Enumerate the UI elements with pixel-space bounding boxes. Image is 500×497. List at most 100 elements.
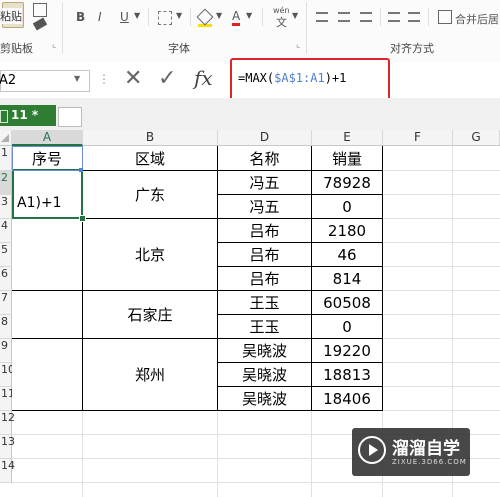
table-cell[interactable]: 吴晓波 [218,387,311,410]
table-cell[interactable]: 60508 [312,291,382,314]
region-cell[interactable]: 郑州 [83,339,217,410]
insert-function-icon[interactable]: fx [194,66,213,90]
header-cell-highlight [12,146,83,171]
row-header[interactable]: 7 [0,291,12,315]
table-cell[interactable]: 吕布 [218,243,311,266]
enter-icon[interactable]: ✓ [158,66,176,91]
active-cell-editor[interactable]: A1)+1 [12,169,83,219]
row-header[interactable]: 4 [0,219,12,243]
dialog-launcher-icon[interactable]: ⌞ [52,40,56,50]
format-painter-icon[interactable] [32,17,48,31]
table-cell[interactable]: 0 [312,315,382,338]
name-box[interactable]: A2 ▼ [0,70,90,92]
table-cell[interactable]: 吴晓波 [218,339,311,362]
table-cell[interactable]: 19220 [312,339,382,362]
tab-sheet[interactable]: 11 * [0,105,56,126]
table-cell[interactable]: 冯五 [218,171,311,194]
merged-cell[interactable] [12,339,82,410]
header-name[interactable]: 名称 [218,147,311,170]
formula-prefix: =MAX( [238,71,275,85]
merge-center-icon[interactable] [438,10,452,24]
divider [62,2,63,54]
table-border [12,338,383,339]
dropdown-arrow-icon[interactable]: ▼ [216,11,222,20]
header-sales[interactable]: 销量 [312,147,382,170]
table-cell[interactable]: 吕布 [218,219,311,242]
merged-cell[interactable] [12,219,82,290]
clipboard-group-label: 剪贴板 [0,42,33,55]
column-header-d[interactable]: D [218,130,312,146]
table-border [12,410,383,411]
borders-icon[interactable] [158,11,172,25]
row-header[interactable]: 9 [0,339,12,363]
table-cell[interactable]: 46 [312,243,382,266]
align-right-icon[interactable] [360,12,372,22]
font-group-label: 字体 [168,42,190,55]
italic-button[interactable]: I [98,10,102,24]
row-header[interactable]: 2 [0,171,12,195]
align-left-icon[interactable] [316,12,328,22]
dropdown-arrow-icon[interactable]: ▼ [246,11,252,20]
row-header[interactable]: 12 [0,411,15,435]
table-border [311,146,312,411]
dialog-launcher-icon[interactable]: ⌞ [296,40,300,50]
sheet-icon [0,110,8,123]
copy-icon[interactable] [33,3,47,17]
fill-handle[interactable] [79,215,86,222]
chevron-down-icon[interactable]: ▼ [74,74,80,83]
decrease-indent-icon[interactable] [388,12,400,22]
column-header-g[interactable]: G [453,130,500,146]
region-cell[interactable]: 石家庄 [83,291,217,338]
table-cell[interactable]: 814 [312,267,382,290]
region-cell[interactable]: 广东 [83,171,217,218]
table-cell[interactable]: 0 [312,195,382,218]
table-cell[interactable]: 冯五 [218,195,311,218]
table-border [217,146,218,411]
underline-button[interactable]: U [120,10,129,24]
divider [380,8,381,26]
fill-color-icon[interactable] [196,8,214,27]
ribbon: 粘贴 B I U ▼ ▼ ▼ A ▼ wén 文 ▼ 合并后居 剪贴板 ⌞ 字体… [0,0,500,63]
table-cell[interactable]: 吴晓波 [218,363,311,386]
paste-button[interactable]: 粘贴 [0,0,28,34]
table-cell[interactable]: 18813 [312,363,382,386]
divider [148,8,149,26]
dropdown-arrow-icon[interactable]: ▼ [292,11,298,20]
dropdown-arrow-icon[interactable]: ▼ [176,11,182,20]
formula-input[interactable]: =MAX($A$1:A1)+1 [230,58,390,102]
row-header[interactable]: 1 [0,146,12,171]
table-border [217,242,383,243]
increase-indent-icon[interactable] [408,12,420,22]
table-cell[interactable]: 2180 [312,219,382,242]
row-header[interactable]: 10 [0,363,15,387]
table-cell[interactable]: 王玉 [218,315,311,338]
table-cell[interactable]: 王玉 [218,291,311,314]
row-header[interactable]: 3 [0,195,12,219]
row-header[interactable]: 6 [0,267,12,291]
bold-button[interactable]: B [76,10,85,24]
column-header-e[interactable]: E [312,130,383,146]
merge-center-button[interactable]: 合并后居 [455,11,499,27]
table-cell[interactable]: 18406 [312,387,382,410]
row-header[interactable]: 5 [0,243,12,267]
column-header-f[interactable]: F [383,130,453,146]
row-header[interactable]: 8 [0,315,12,339]
row-header[interactable]: 11 [0,387,15,411]
dropdown-arrow-icon[interactable]: ▼ [134,11,140,20]
divider [306,2,307,54]
merged-cell[interactable] [12,291,82,338]
region-cell[interactable]: 北京 [83,219,217,290]
column-header-a[interactable]: A [12,130,83,146]
table-cell[interactable]: 78928 [312,171,382,194]
more-options-icon[interactable]: ⋮ [98,72,110,86]
table-cell[interactable]: 吕布 [218,267,311,290]
new-sheet-button[interactable] [58,107,82,127]
cancel-icon[interactable]: ✕ [124,66,142,91]
row-header[interactable]: 13 [0,435,15,459]
header-region[interactable]: 区域 [83,147,217,170]
font-color-button[interactable]: A [232,10,241,26]
align-center-icon[interactable] [338,12,350,22]
formula-suffix: )+1 [324,71,347,85]
column-header-b[interactable]: B [83,130,218,146]
row-header[interactable]: 14 [0,459,15,483]
